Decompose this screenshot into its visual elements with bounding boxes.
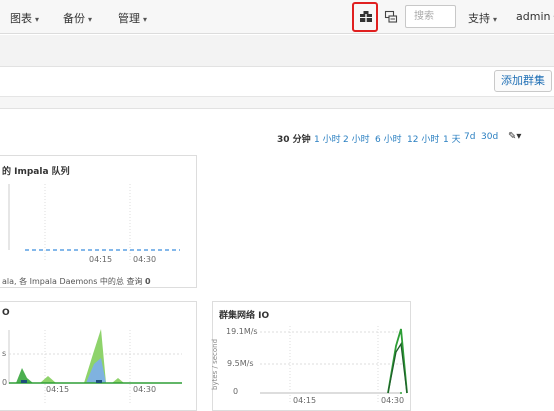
time-range-12h[interactable]: 12 小时: [407, 132, 439, 146]
io-card-title: O: [2, 308, 10, 318]
series-area-green: [40, 376, 56, 383]
nav-support-label: 支持: [468, 12, 490, 25]
x-tick-label: 04:15: [89, 255, 113, 264]
nav-charts-menu[interactable]: 图表 ▾: [10, 10, 39, 26]
y-tick-label: 0: [2, 378, 8, 387]
nav-charts-label: 图表: [10, 12, 32, 25]
breadcrumb-bar: [0, 35, 554, 67]
page-toolbar: [0, 67, 554, 97]
time-range-2h[interactable]: 2 小时: [343, 132, 370, 146]
chevron-down-icon: ▾: [493, 15, 498, 24]
legend-label-text: ala, 各 Impala Daemons 中的总 查询: [2, 277, 143, 286]
legend-value: 0: [145, 277, 151, 286]
user-name: admin: [516, 10, 551, 23]
y-tick-label: s: [2, 349, 7, 358]
time-range-1d[interactable]: 1 天: [443, 132, 461, 146]
chevron-down-icon: ▾: [143, 15, 148, 24]
time-range-30d[interactable]: 30d: [481, 132, 498, 146]
pencil-icon[interactable]: ✎▾: [508, 131, 521, 142]
nav-manage-menu[interactable]: 管理 ▾: [118, 10, 147, 26]
chevron-down-icon: ▾: [88, 15, 93, 24]
nav-support-menu[interactable]: 支持 ▾: [468, 10, 497, 26]
x-tick-label: 04:30: [133, 255, 157, 264]
legend-label: ala, 各 Impala Daemons 中的总 查询 0: [2, 276, 151, 287]
impala-queue-title: 的 Impala 队列: [2, 167, 70, 177]
time-range-6h[interactable]: 6 小时: [375, 132, 402, 146]
user-menu[interactable]: admin▾: [516, 10, 554, 23]
chevron-down-icon: ▾: [35, 15, 40, 24]
series-area-dark: [96, 380, 102, 383]
time-range-1h[interactable]: 1 小时: [314, 132, 341, 146]
series-line-dark: [387, 342, 408, 394]
series-line-green: [387, 328, 408, 394]
nav-backup-menu[interactable]: 备份 ▾: [63, 10, 92, 26]
nav-manage-label: 管理: [118, 12, 140, 25]
add-cluster-button[interactable]: 添加群集: [494, 70, 552, 92]
x-tick-label: 04:30: [133, 385, 157, 394]
network-io-plot: [260, 326, 408, 404]
hosts-icon[interactable]: [384, 10, 398, 24]
time-range-7d[interactable]: 7d: [464, 132, 475, 146]
io-plot: [8, 329, 182, 404]
search-input[interactable]: [405, 5, 456, 28]
parcel-icon[interactable]: [359, 9, 373, 23]
time-range-current: 30 分钟: [277, 135, 311, 145]
x-tick-label: 04:15: [46, 385, 70, 394]
impala-queue-plot: [8, 184, 180, 260]
series-area-dark: [21, 380, 27, 383]
nav-backup-label: 备份: [63, 12, 85, 25]
